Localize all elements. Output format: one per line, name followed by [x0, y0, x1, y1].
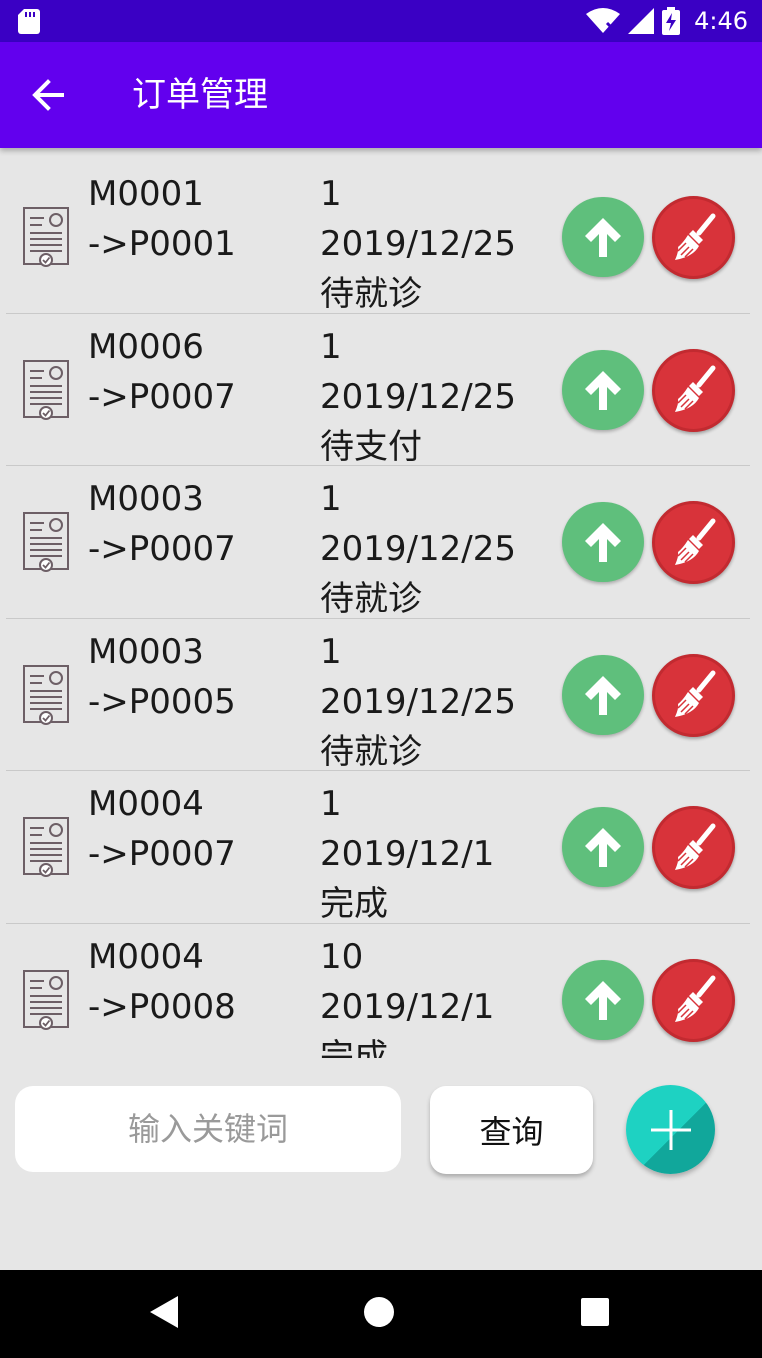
clean-button[interactable]	[652, 653, 735, 737]
order-date: 2019/12/25	[320, 681, 516, 722]
order-id: M0006	[88, 326, 204, 367]
order-quantity: 10	[320, 936, 364, 977]
order-date: 2019/12/25	[320, 376, 516, 417]
status-bar: 4:46	[0, 0, 762, 42]
order-ids: M0001 ->P0001	[88, 169, 236, 269]
order-quantity: 1	[320, 479, 342, 519]
broom-icon	[669, 365, 719, 415]
nav-recents-icon[interactable]	[580, 1294, 610, 1330]
order-target: ->P0007	[88, 529, 236, 569]
arrow-up-icon	[581, 977, 625, 1023]
broom-icon	[669, 975, 719, 1025]
upload-button[interactable]	[562, 654, 644, 735]
clean-button[interactable]	[652, 806, 735, 889]
plus-icon	[650, 1109, 691, 1150]
clean-button[interactable]	[652, 348, 735, 432]
query-button[interactable]: 查询	[430, 1086, 593, 1174]
order-date: 2019/12/25	[320, 529, 516, 569]
clean-button[interactable]	[652, 196, 735, 279]
arrow-up-icon	[581, 824, 625, 870]
upload-button[interactable]	[562, 959, 644, 1040]
order-row[interactable]: M0004 ->P0008 10 2019/12/1 完成	[0, 924, 762, 1059]
order-id: M0001	[88, 174, 204, 214]
invoice-document-icon	[20, 206, 72, 268]
order-info: 1 2019/12/1 完成	[320, 779, 494, 929]
broom-icon	[669, 823, 719, 873]
battery-charging-icon	[662, 7, 681, 35]
order-row[interactable]: M0003 ->P0005 1 2019/12/25 待就诊	[0, 619, 762, 772]
order-info: 1 2019/12/25 待就诊	[320, 627, 516, 777]
clean-button[interactable]	[652, 958, 735, 1042]
upload-button[interactable]	[562, 197, 644, 277]
arrow-up-icon	[581, 519, 625, 565]
order-row[interactable]: M0003 ->P0007 1 2019/12/25 待就诊	[0, 466, 762, 619]
nav-home-icon[interactable]	[362, 1294, 396, 1330]
order-row[interactable]: M0004 ->P0007 1 2019/12/1 完成	[0, 771, 762, 924]
order-id: M0004	[88, 784, 204, 824]
app-bar: 订单管理	[0, 42, 762, 148]
system-nav-bar	[0, 1270, 762, 1358]
broom-icon	[669, 518, 719, 568]
invoice-document-icon	[20, 969, 72, 1031]
order-info: 1 2019/12/25 待就诊	[320, 169, 516, 319]
order-target: ->P0001	[88, 224, 236, 264]
order-quantity: 1	[320, 631, 342, 672]
broom-icon	[669, 213, 719, 263]
order-date: 2019/12/1	[320, 834, 495, 874]
invoice-document-icon	[20, 664, 72, 726]
broom-icon	[669, 670, 719, 720]
order-quantity: 1	[320, 174, 342, 214]
order-status: 待就诊	[320, 274, 422, 314]
order-list[interactable]: M0001 ->P0001 1 2019/12/25 待就诊 M0006 ->P…	[0, 161, 762, 1058]
status-icons: 4:46	[586, 6, 748, 36]
order-row[interactable]: M0001 ->P0001 1 2019/12/25 待就诊	[0, 161, 762, 314]
order-status: 完成	[320, 1036, 388, 1059]
wifi-icon	[586, 8, 621, 33]
order-ids: M0003 ->P0005	[88, 627, 236, 727]
order-status: 待支付	[320, 426, 422, 467]
arrow-up-icon	[581, 367, 625, 413]
order-quantity: 1	[320, 784, 342, 824]
order-date: 2019/12/1	[320, 986, 495, 1027]
order-ids: M0003 ->P0007	[88, 474, 236, 574]
order-id: M0003	[88, 479, 204, 519]
add-order-button[interactable]	[626, 1085, 715, 1174]
order-quantity: 1	[320, 326, 342, 367]
order-date: 2019/12/25	[320, 224, 516, 264]
order-ids: M0004 ->P0007	[88, 779, 236, 879]
order-target: ->P0007	[88, 376, 236, 417]
nav-back-icon[interactable]	[148, 1294, 180, 1330]
invoice-document-icon	[20, 511, 72, 573]
order-target: ->P0008	[88, 986, 236, 1027]
order-id: M0003	[88, 631, 204, 672]
upload-button[interactable]	[562, 349, 644, 430]
order-status: 待就诊	[320, 579, 422, 619]
order-id: M0004	[88, 936, 204, 977]
clock: 4:46	[694, 7, 748, 35]
order-row[interactable]: M0006 ->P0007 1 2019/12/25 待支付	[0, 314, 762, 467]
sd-card-icon	[18, 9, 40, 34]
clean-button[interactable]	[652, 501, 735, 584]
back-arrow-icon[interactable]	[28, 77, 68, 113]
upload-button[interactable]	[562, 502, 644, 582]
order-ids: M0006 ->P0007	[88, 322, 236, 422]
search-input[interactable]	[15, 1086, 401, 1172]
order-status: 待就诊	[320, 731, 422, 772]
order-status: 完成	[320, 884, 388, 924]
order-target: ->P0007	[88, 834, 236, 874]
signal-icon	[628, 8, 655, 34]
invoice-document-icon	[20, 359, 72, 421]
arrow-up-icon	[581, 672, 625, 718]
order-info: 1 2019/12/25 待支付	[320, 322, 516, 472]
order-info: 1 2019/12/25 待就诊	[320, 474, 516, 624]
invoice-document-icon	[20, 816, 72, 878]
order-target: ->P0005	[88, 681, 236, 722]
upload-button[interactable]	[562, 807, 644, 887]
page-title: 订单管理	[132, 75, 268, 115]
order-info: 10 2019/12/1 完成	[320, 932, 494, 1059]
arrow-up-icon	[581, 214, 625, 260]
order-ids: M0004 ->P0008	[88, 932, 236, 1032]
